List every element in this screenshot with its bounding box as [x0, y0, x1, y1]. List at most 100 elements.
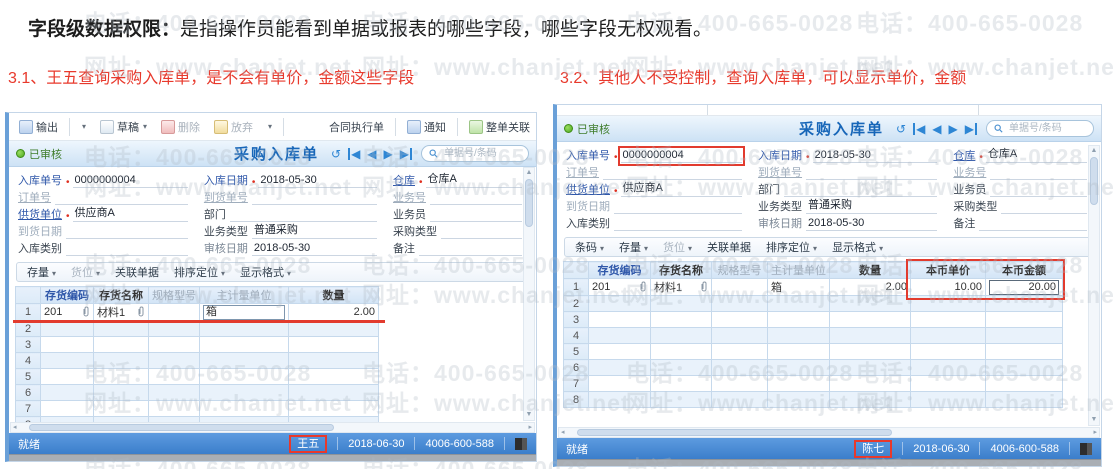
col-header-qty[interactable]: 数量: [830, 262, 911, 279]
paperclip-icon[interactable]: [700, 281, 708, 293]
purchase-type-value[interactable]: [1001, 200, 1087, 214]
scroll-left-icon[interactable]: ◂: [561, 428, 565, 437]
remark-value[interactable]: [979, 217, 1087, 231]
related-doc-button[interactable]: 关联单据: [707, 239, 751, 255]
scrollbar-thumb[interactable]: [1090, 157, 1098, 205]
scrollbar-thumb[interactable]: [525, 179, 533, 227]
slot-dropdown[interactable]: 货位▾: [663, 239, 692, 255]
cell-name[interactable]: 材料1: [651, 279, 712, 296]
dept-value[interactable]: [784, 183, 937, 197]
salesman-value[interactable]: [990, 183, 1087, 197]
in-category-value[interactable]: [614, 217, 742, 231]
grid-row-5[interactable]: 5: [564, 344, 1063, 360]
col-header-spec[interactable]: 规格型号: [712, 262, 768, 279]
arrive-no-value[interactable]: [806, 166, 937, 180]
scroll-up-icon[interactable]: ▲: [524, 168, 534, 178]
last-record-button[interactable]: ▶: [965, 123, 977, 135]
grid-row-5[interactable]: 5: [16, 369, 379, 385]
stock-dropdown[interactable]: 存量▾: [27, 264, 56, 280]
grid-row-1[interactable]: 1 201 材料1 箱 2.00: [16, 304, 379, 321]
display-format-dropdown[interactable]: 显示格式▾: [240, 264, 291, 280]
remark-value[interactable]: [419, 242, 522, 256]
paperclip-icon[interactable]: [137, 306, 145, 318]
col-header-code[interactable]: 存货编码: [41, 287, 94, 304]
dept-value[interactable]: [230, 208, 377, 222]
paperclip-icon[interactable]: [82, 306, 90, 318]
col-header-qty[interactable]: 数量: [289, 287, 379, 304]
in-category-value[interactable]: [66, 242, 188, 256]
doc-search-box[interactable]: [986, 120, 1094, 137]
scrollbar-thumb[interactable]: [29, 424, 334, 431]
supplier-value[interactable]: 供应商A: [621, 179, 743, 197]
salesman-value[interactable]: [430, 208, 522, 222]
export-button[interactable]: 输出: [13, 116, 64, 138]
cell-spec[interactable]: [149, 304, 200, 321]
col-header-code[interactable]: 存货编码: [589, 262, 651, 279]
cell-code[interactable]: 201: [41, 304, 94, 321]
cell-spec[interactable]: [712, 279, 768, 296]
doc-no-value-annotated[interactable]: 0000000004: [621, 149, 743, 163]
relate-whole-doc-button[interactable]: 整单关联: [463, 116, 536, 138]
first-record-button[interactable]: ◀: [913, 123, 925, 135]
grid-row-6[interactable]: 6: [564, 360, 1063, 376]
doc-search-box[interactable]: [421, 145, 529, 162]
refresh-icon[interactable]: ↺: [896, 123, 906, 135]
vertical-scrollbar[interactable]: ▲ ▼: [523, 167, 535, 421]
barcode-dropdown[interactable]: 条码▾: [575, 239, 604, 255]
scroll-down-icon[interactable]: ▼: [1089, 415, 1099, 425]
next-record-button[interactable]: ▶: [384, 148, 393, 160]
qr-code-icon[interactable]: [1080, 443, 1092, 455]
stock-dropdown[interactable]: 存量▾: [619, 239, 648, 255]
col-header-unit[interactable]: 主计量单位: [200, 287, 289, 304]
abandon-button[interactable]: 放弃: [208, 116, 259, 138]
audit-date-value[interactable]: 2018-05-30: [806, 217, 937, 231]
scroll-down-icon[interactable]: ▼: [524, 410, 534, 420]
purchase-type-value[interactable]: [441, 225, 522, 239]
grid-row-6[interactable]: 6: [16, 385, 379, 401]
supplier-value[interactable]: 供应商A: [73, 204, 188, 222]
cell-unit[interactable]: 箱: [200, 304, 289, 321]
horizontal-scrollbar[interactable]: ◂▸: [558, 427, 1100, 438]
grid-row-7[interactable]: 7: [564, 376, 1063, 392]
slot-dropdown[interactable]: 货位▾: [71, 264, 100, 280]
cell-name[interactable]: 材料1: [94, 304, 149, 321]
col-header-name[interactable]: 存货名称: [651, 262, 712, 279]
vertical-scrollbar[interactable]: ▲ ▼: [1088, 145, 1100, 426]
doc-no-value[interactable]: 0000000004: [73, 174, 188, 188]
delete-button[interactable]: 删除: [155, 116, 206, 138]
col-header-unit[interactable]: 主计量单位: [768, 262, 830, 279]
prev-record-button[interactable]: ◀: [367, 148, 376, 160]
grid-row-8[interactable]: 8: [564, 392, 1063, 408]
biz-type-value[interactable]: 普通采购: [806, 196, 937, 214]
warehouse-value[interactable]: 仓库A: [426, 170, 522, 188]
order-no-value[interactable]: [55, 191, 188, 205]
grid-row-3[interactable]: 3: [564, 312, 1063, 328]
contract-exec-button[interactable]: 合同执行单: [323, 116, 390, 138]
scroll-up-icon[interactable]: ▲: [1089, 146, 1099, 156]
biz-type-value[interactable]: 普通采购: [252, 221, 377, 239]
grid-row-7[interactable]: 7: [16, 401, 379, 417]
last-record-button[interactable]: ▶: [400, 148, 412, 160]
more-dropdown-button[interactable]: ▾: [75, 119, 92, 134]
display-format-dropdown[interactable]: 显示格式▾: [832, 239, 883, 255]
col-header-spec[interactable]: 规格型号: [149, 287, 200, 304]
sort-locate-dropdown[interactable]: 排序定位▾: [766, 239, 817, 255]
doc-search-input[interactable]: [442, 147, 521, 160]
sort-locate-dropdown[interactable]: 排序定位▾: [174, 264, 225, 280]
biz-no-value[interactable]: [990, 166, 1087, 180]
cell-unit[interactable]: 箱: [768, 279, 830, 296]
grid-row-4[interactable]: 4: [16, 353, 379, 369]
related-doc-button[interactable]: 关联单据: [115, 264, 159, 280]
warehouse-value[interactable]: 仓库A: [986, 145, 1087, 163]
doc-search-input[interactable]: [1007, 122, 1086, 135]
scroll-right-icon[interactable]: ▸: [1093, 428, 1097, 437]
col-header-name[interactable]: 存货名称: [94, 287, 149, 304]
grid-row-4[interactable]: 4: [564, 328, 1063, 344]
next-record-button[interactable]: ▶: [949, 123, 958, 135]
arrive-no-value[interactable]: [252, 191, 377, 205]
first-record-button[interactable]: ◀: [348, 148, 360, 160]
horizontal-scrollbar[interactable]: ◂▸: [10, 422, 535, 433]
order-no-value[interactable]: [603, 166, 742, 180]
notice-button[interactable]: 通知: [401, 116, 452, 138]
paperclip-icon[interactable]: [639, 281, 647, 293]
